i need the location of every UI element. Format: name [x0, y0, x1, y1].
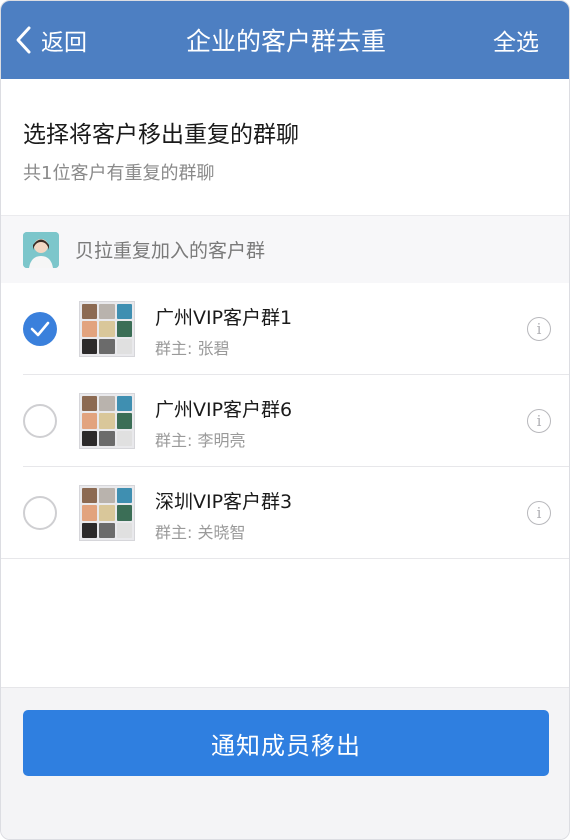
- back-label: 返回: [41, 30, 87, 56]
- checkmark-icon: [30, 321, 50, 337]
- footer-bar: 通知成员移出: [1, 687, 569, 839]
- group-name: 广州VIP客户群6: [155, 399, 293, 421]
- row-divider: [1, 558, 569, 559]
- checkbox-unchecked[interactable]: [23, 496, 57, 530]
- group-avatar-grid: [79, 301, 135, 357]
- group-row[interactable]: 深圳VIP客户群3 群主: 关晓智 i: [1, 467, 569, 559]
- info-icon[interactable]: i: [527, 409, 551, 433]
- group-row[interactable]: 广州VIP客户群6 群主: 李明亮 i: [1, 375, 569, 467]
- notify-remove-button[interactable]: 通知成员移出: [23, 710, 549, 776]
- group-owner: 群主: 李明亮: [155, 431, 246, 450]
- group-name: 广州VIP客户群1: [155, 307, 293, 329]
- intro-panel: 选择将客户移出重复的群聊 共1位客户有重复的群聊: [1, 79, 569, 215]
- customer-section-header: 贝拉重复加入的客户群: [1, 215, 569, 283]
- group-avatar-grid: [79, 485, 135, 541]
- group-owner: 群主: 张碧: [155, 339, 230, 358]
- info-icon[interactable]: i: [527, 317, 551, 341]
- intro-subtitle: 共1位客户有重复的群聊: [23, 163, 215, 184]
- customer-avatar: [23, 232, 59, 268]
- intro-title: 选择将客户移出重复的群聊: [23, 122, 299, 148]
- back-button[interactable]: 返回: [13, 1, 87, 79]
- group-avatar-grid: [79, 393, 135, 449]
- select-all-button[interactable]: 全选: [493, 1, 539, 79]
- checkbox-checked[interactable]: [23, 312, 57, 346]
- checkbox-unchecked[interactable]: [23, 404, 57, 438]
- info-icon[interactable]: i: [527, 501, 551, 525]
- chevron-left-icon: [16, 26, 31, 54]
- group-row[interactable]: 广州VIP客户群1 群主: 张碧 i: [1, 283, 569, 375]
- group-list: 广州VIP客户群1 群主: 张碧 i 广州VIP客户群6 群主: 李明亮 i 深…: [1, 283, 569, 687]
- group-owner: 群主: 关晓智: [155, 523, 246, 542]
- navigation-bar: 返回 企业的客户群去重 全选: [1, 1, 569, 79]
- group-name: 深圳VIP客户群3: [155, 491, 293, 513]
- screen: 返回 企业的客户群去重 全选 选择将客户移出重复的群聊 共1位客户有重复的群聊 …: [0, 0, 570, 840]
- section-label: 贝拉重复加入的客户群: [75, 240, 266, 262]
